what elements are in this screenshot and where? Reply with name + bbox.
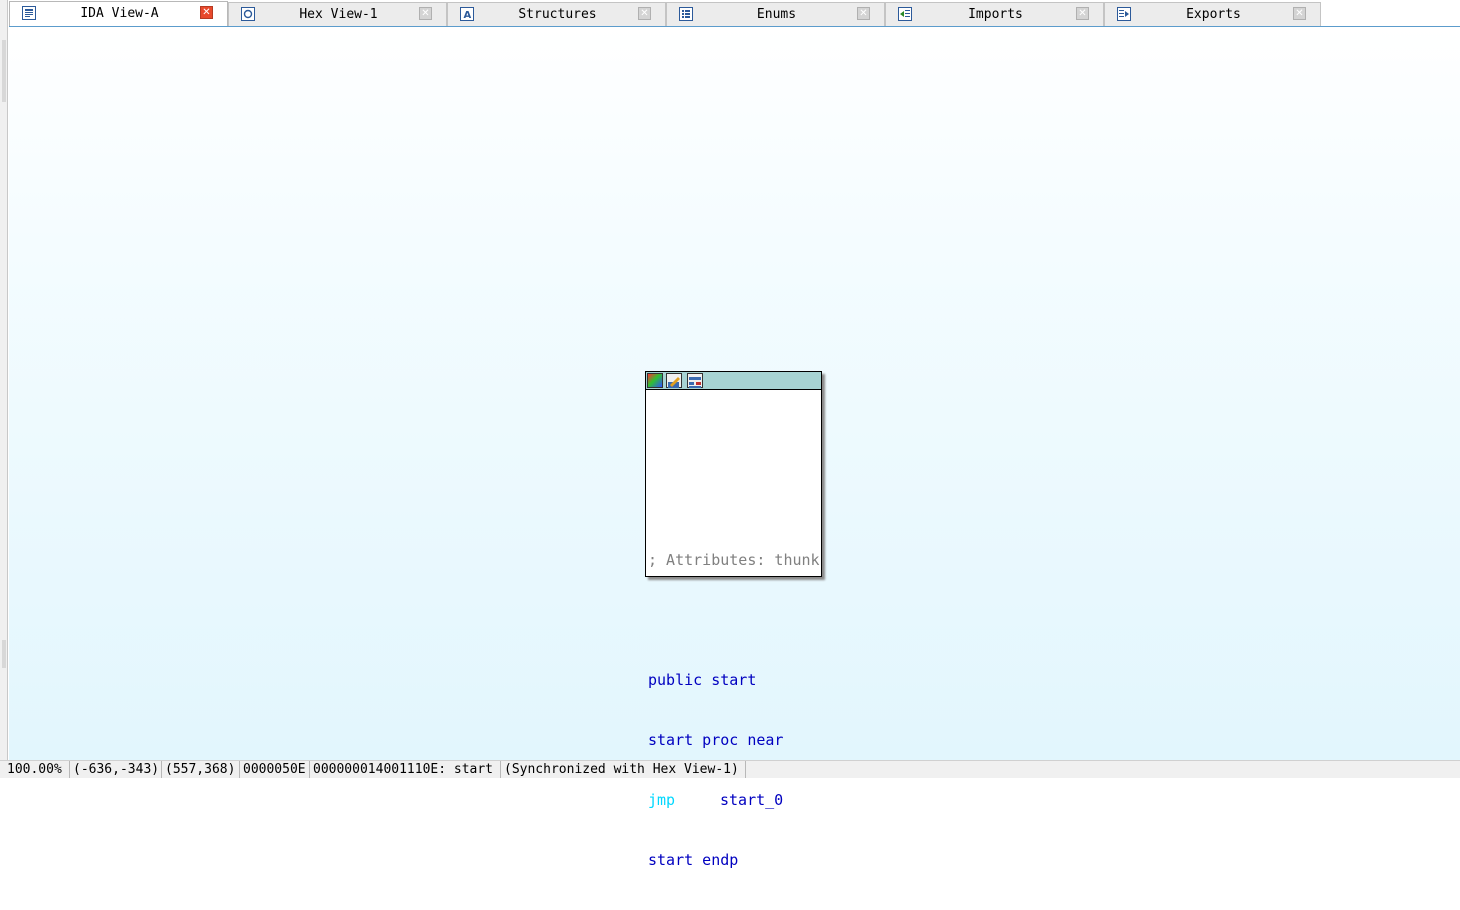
tab-label: Enums bbox=[756, 7, 797, 22]
tab-structures[interactable]: A Structures ✕ bbox=[447, 2, 666, 26]
tab-imports[interactable]: Imports ✕ bbox=[885, 2, 1104, 26]
close-icon[interactable]: ✕ bbox=[638, 7, 651, 20]
ida-view-icon bbox=[22, 6, 36, 20]
tab-label: Hex View-1 bbox=[299, 7, 378, 22]
instruction-mnemonic: jmp bbox=[648, 791, 676, 809]
proc-declaration[interactable]: start proc near bbox=[648, 730, 821, 750]
gutter-marker bbox=[2, 640, 6, 668]
svg-text:A: A bbox=[464, 10, 472, 20]
public-declaration[interactable]: public start bbox=[648, 670, 821, 690]
status-bar: 100.00% (-636,-343) (557,368) 0000050E 0… bbox=[0, 760, 1460, 778]
tab-label: IDA View-A bbox=[80, 6, 159, 21]
sync-status: (Synchronized with Hex View-1) bbox=[501, 761, 746, 778]
tab-label: Exports bbox=[1186, 7, 1241, 22]
tab-hex-view-1[interactable]: Hex View-1 ✕ bbox=[228, 2, 447, 26]
tab-bar: IDA View-A ✕ Hex View-1 ✕ A Structures ✕… bbox=[9, 0, 1460, 27]
hex-view-icon bbox=[241, 7, 255, 21]
imports-icon bbox=[898, 7, 912, 21]
endp-line[interactable]: start endp bbox=[648, 850, 821, 870]
mouse-coordinates: (557,368) bbox=[162, 761, 240, 778]
node-code: ; Attributes: thunk public start start p… bbox=[648, 390, 821, 910]
graph-view[interactable]: ; Attributes: thunk public start start p… bbox=[9, 27, 1460, 869]
close-icon[interactable]: ✕ bbox=[419, 7, 432, 20]
jump-target[interactable]: start_0 bbox=[720, 791, 783, 809]
file-offset: 0000050E bbox=[240, 761, 310, 778]
close-icon[interactable]: ✕ bbox=[200, 6, 213, 19]
node-title-bar[interactable] bbox=[646, 372, 821, 390]
function-node[interactable]: ; Attributes: thunk public start start p… bbox=[645, 371, 822, 869]
left-gutter bbox=[0, 0, 8, 778]
group-nodes-icon[interactable] bbox=[687, 373, 703, 388]
tab-enums[interactable]: Enums ✕ bbox=[666, 2, 885, 26]
zoom-level: 100.00% bbox=[4, 761, 70, 778]
tab-exports[interactable]: Exports ✕ bbox=[1104, 2, 1321, 26]
structures-icon: A bbox=[460, 7, 474, 21]
current-location: 000000014001110E: start bbox=[310, 761, 501, 778]
close-icon[interactable]: ✕ bbox=[1076, 7, 1089, 20]
color-picker-icon[interactable] bbox=[647, 373, 663, 388]
tab-ida-view-a[interactable]: IDA View-A ✕ bbox=[9, 1, 228, 26]
comment-line: ; Attributes: thunk bbox=[648, 551, 820, 569]
rename-node-icon[interactable] bbox=[666, 373, 682, 388]
close-icon[interactable]: ✕ bbox=[1293, 7, 1306, 20]
instruction-line[interactable]: jmp start_0 bbox=[648, 790, 821, 810]
close-icon[interactable]: ✕ bbox=[857, 7, 870, 20]
tab-label: Imports bbox=[968, 7, 1023, 22]
enums-icon bbox=[679, 7, 693, 21]
tab-label: Structures bbox=[518, 7, 597, 22]
exports-icon bbox=[1117, 7, 1131, 21]
gutter-marker bbox=[2, 40, 6, 102]
graph-coordinates: (-636,-343) bbox=[70, 761, 162, 778]
